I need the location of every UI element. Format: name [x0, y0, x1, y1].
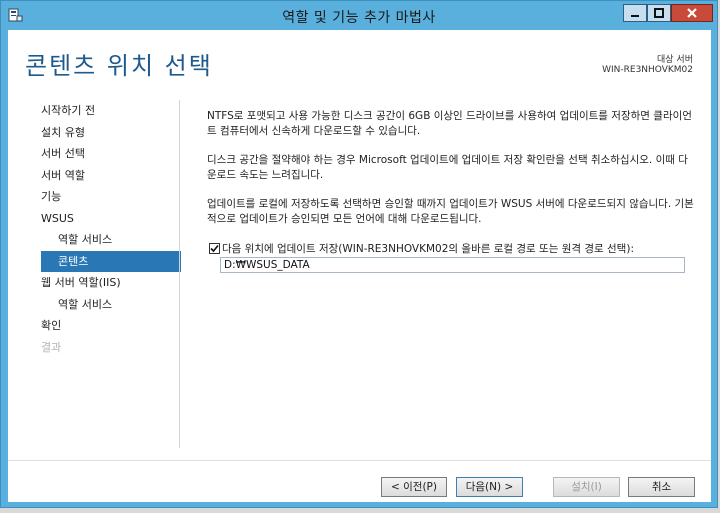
store-updates-option[interactable]: 다음 위치에 업데이트 저장(WIN-RE3NHOVKM02의 올바른 로컬 경… [209, 241, 634, 256]
wizard-nav: 시작하기 전 설치 유형 서버 선택 서버 역할 기능 WSUS 역할 서비스 … [41, 100, 181, 358]
checkmark-icon [210, 244, 219, 253]
maximize-button[interactable] [647, 4, 671, 22]
wizard-window: 역할 및 기능 추가 마법사 콘텐츠 위치 선택 대상 서버 WIN-RE3NH… [0, 0, 718, 508]
wizard-header: 콘텐츠 위치 선택 대상 서버 WIN-RE3NHOVKM02 [8, 30, 711, 96]
nav-item-wsus-role-services[interactable]: 역할 서비스 [41, 229, 181, 251]
nav-item-web-server-role[interactable]: 웹 서버 역할(IIS) [41, 272, 181, 294]
nav-item-features[interactable]: 기능 [41, 186, 181, 208]
cancel-button[interactable]: 취소 [628, 477, 695, 497]
store-updates-label: 다음 위치에 업데이트 저장(WIN-RE3NHOVKM02의 올바른 로컬 경… [222, 243, 634, 255]
nav-item-installation-type[interactable]: 설치 유형 [41, 122, 181, 144]
description-paragraph-3: 업데이트를 로컬에 저장하도록 선택하면 승인할 때까지 업데이트가 WSUS … [207, 198, 694, 225]
target-server-name: WIN-RE3NHOVKM02 [602, 65, 693, 75]
nav-item-confirmation[interactable]: 확인 [41, 315, 181, 337]
previous-button[interactable]: < 이전(P) [381, 477, 447, 497]
footer-divider [8, 460, 711, 461]
target-server-label: 대상 서버 [657, 55, 693, 65]
nav-item-content[interactable]: 콘텐츠 [41, 250, 181, 272]
minimize-button[interactable] [623, 4, 647, 22]
maximize-icon [654, 8, 664, 18]
nav-item-server-roles[interactable]: 서버 역할 [41, 165, 181, 187]
minimize-icon [631, 15, 639, 17]
title-bar[interactable]: 역할 및 기능 추가 마법사 [1, 1, 717, 29]
store-updates-checkbox[interactable] [209, 243, 220, 254]
close-button[interactable] [671, 4, 713, 22]
description-paragraph-2: 디스크 공간을 절약해야 하는 경우 Microsoft 업데이트에 업데이트 … [207, 154, 688, 181]
nav-item-before-you-begin[interactable]: 시작하기 전 [41, 100, 181, 122]
nav-item-wsus[interactable]: WSUS [41, 208, 181, 230]
next-button[interactable]: 다음(N) > [456, 477, 523, 497]
wizard-client-area: 콘텐츠 위치 선택 대상 서버 WIN-RE3NHOVKM02 시작하기 전 설… [8, 30, 711, 502]
nav-item-results: 결과 [41, 340, 62, 354]
window-title: 역할 및 기능 추가 마법사 [282, 10, 436, 26]
content-path-field[interactable]: D:₩WSUS_DATA [220, 257, 685, 273]
close-icon [687, 8, 697, 18]
nav-item-server-selection[interactable]: 서버 선택 [41, 143, 181, 165]
content-pane: NTFS로 포맷되고 사용 가능한 디스크 공간이 6GB 이상인 드라이브를 … [207, 109, 697, 241]
nav-divider [179, 100, 180, 448]
page-title: 콘텐츠 위치 선택 [25, 52, 213, 80]
nav-item-iis-role-services[interactable]: 역할 서비스 [41, 294, 181, 316]
description-paragraph-1: NTFS로 포맷되고 사용 가능한 디스크 공간이 6GB 이상인 드라이브를 … [207, 110, 692, 137]
install-button: 설치(I) [553, 477, 620, 497]
